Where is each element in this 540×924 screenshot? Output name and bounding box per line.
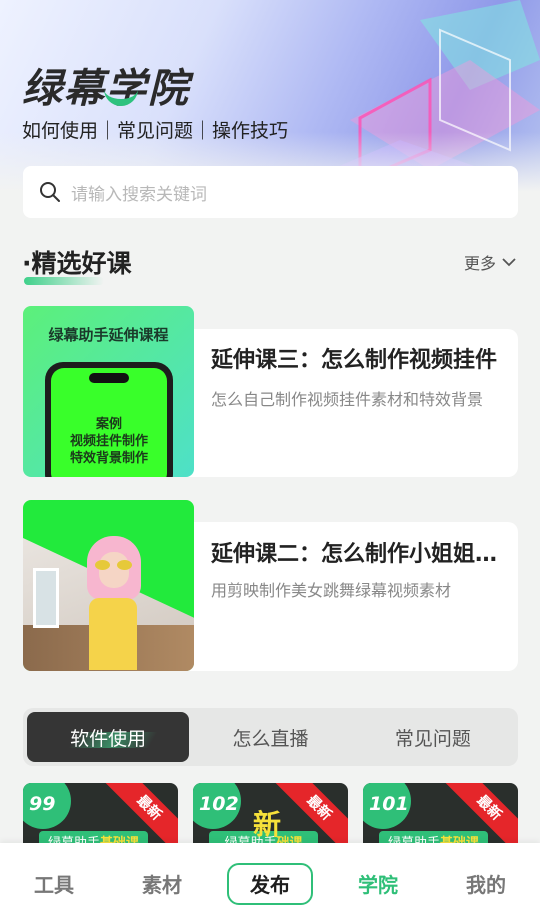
phone-illustration: 案例 视频挂件制作 特效背景制作 xyxy=(45,362,173,477)
nav-assets[interactable]: 素材 xyxy=(108,869,216,898)
tab-software-usage[interactable]: 软件使用 xyxy=(27,712,190,762)
academy-title: 绿幕学院 xyxy=(22,66,190,112)
thumbnail-line: 案例 xyxy=(95,417,122,432)
course-thumbnail: 绿幕助手延伸课程 案例 视频挂件制作 特效背景制作 xyxy=(23,306,194,477)
lesson-number: 101 xyxy=(363,783,411,829)
tab-label: 怎么直播 xyxy=(232,727,309,750)
thumbnail-title: 绿幕助手延伸课程 xyxy=(48,326,169,344)
tab-faq[interactable]: 常见问题 xyxy=(352,712,514,762)
nav-academy[interactable]: 学院 xyxy=(324,869,432,898)
search-placeholder: 请输入搜索关键词 xyxy=(71,184,207,205)
course-card[interactable]: 延伸课二：怎么制作小姐姐跳舞 用剪映制作美女跳舞绿幕视频素材 xyxy=(23,500,518,671)
lesson-big-text: 新 xyxy=(253,808,282,841)
lesson-number: 102 xyxy=(193,783,241,829)
chevron-down-icon xyxy=(502,258,516,267)
course-thumbnail xyxy=(23,500,194,671)
tab-live-streaming[interactable]: 怎么直播 xyxy=(189,712,351,762)
search-icon xyxy=(40,182,60,202)
nav-publish-wrap: 发布 xyxy=(216,862,324,905)
more-link[interactable]: 更多 xyxy=(464,250,516,274)
course-title: 延伸课二：怎么制作小姐姐跳舞 xyxy=(211,542,512,567)
tab-label: 软件使用 xyxy=(70,727,147,750)
course-card[interactable]: 绿幕助手延伸课程 案例 视频挂件制作 特效背景制作 延伸课三：怎么制作视频挂件 … xyxy=(23,306,518,477)
section-title: ·精选好课 xyxy=(22,249,132,278)
bottom-nav: 工具 素材 发布 学院 我的 xyxy=(0,843,540,924)
nav-tools[interactable]: 工具 xyxy=(0,869,108,898)
thumbnail-line: 特效背景制作 xyxy=(69,451,148,466)
course-desc: 怎么自己制作视频挂件素材和特效背景 xyxy=(211,390,484,409)
course-title: 延伸课三：怎么制作视频挂件 xyxy=(211,348,498,373)
lesson-number: 99 xyxy=(23,783,71,829)
nav-mine[interactable]: 我的 xyxy=(432,869,540,898)
thumbnail-line: 视频挂件制作 xyxy=(69,434,148,449)
academy-subtitle: 如何使用｜常见问题｜操作技巧 xyxy=(22,120,289,142)
publish-button[interactable]: 发布 xyxy=(227,862,313,905)
search-bar[interactable]: 请输入搜索关键词 xyxy=(23,166,518,218)
category-tabs: 软件使用 怎么直播 常见问题 xyxy=(23,708,518,766)
course-desc: 用剪映制作美女跳舞绿幕视频素材 xyxy=(211,581,452,600)
tab-label: 常见问题 xyxy=(394,727,471,750)
more-label: 更多 xyxy=(463,254,496,273)
